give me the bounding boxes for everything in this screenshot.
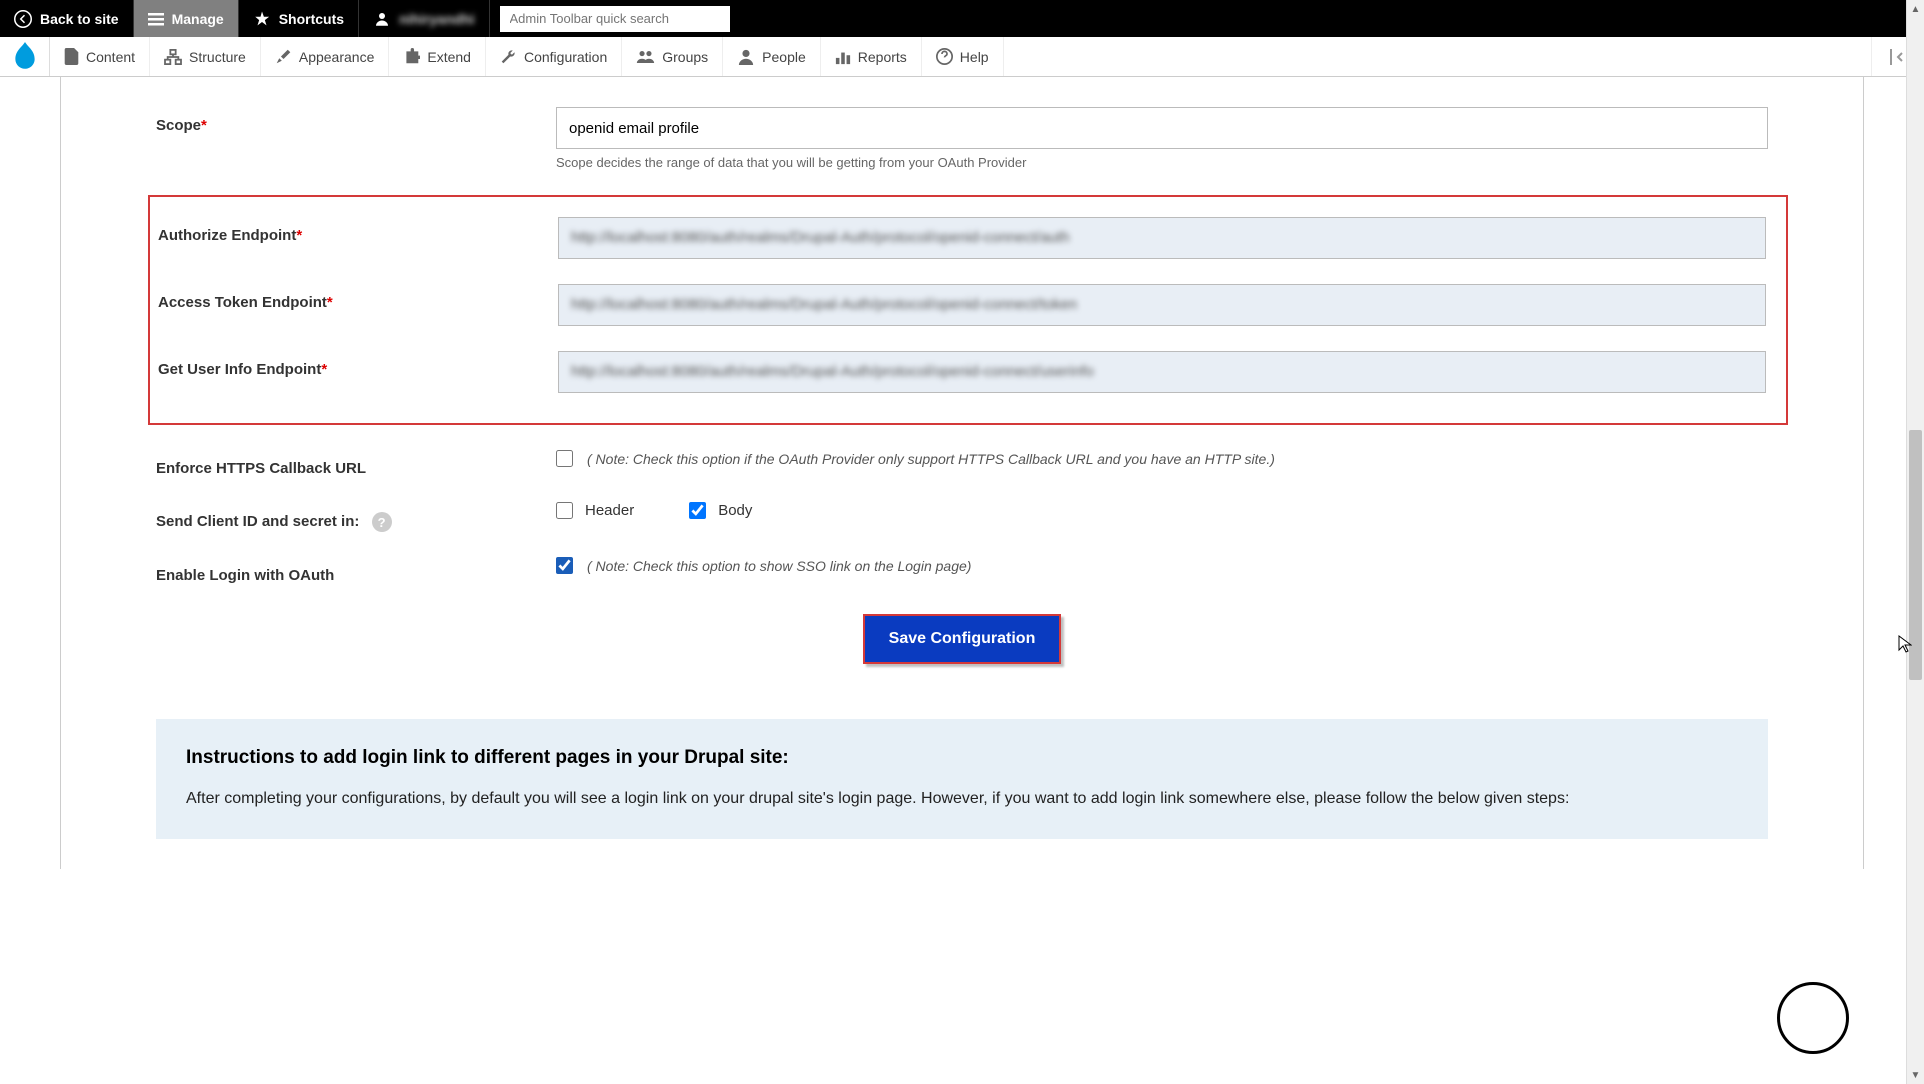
username-label: nihiryandhi xyxy=(399,11,474,27)
token-row: Access Token Endpoint* http://localhost:… xyxy=(150,284,1786,326)
puzzle-icon xyxy=(403,48,420,65)
drupal-logo[interactable] xyxy=(0,37,50,76)
enable-login-label: Enable Login with OAuth xyxy=(156,557,556,584)
authorize-input[interactable]: http://localhost:8080/auth/realms/Drupal… xyxy=(558,217,1766,259)
save-configuration-button[interactable]: Save Configuration xyxy=(863,614,1062,664)
back-to-site-label: Back to site xyxy=(40,11,119,27)
body-checkbox[interactable] xyxy=(689,502,706,519)
enable-login-note: ( Note: Check this option to show SSO li… xyxy=(587,558,971,574)
scope-help: Scope decides the range of data that you… xyxy=(556,155,1768,170)
nav-appearance-label: Appearance xyxy=(299,49,375,65)
wrench-icon xyxy=(500,48,517,65)
nav-configuration-label: Configuration xyxy=(524,49,607,65)
star-icon xyxy=(253,10,271,28)
nav-content[interactable]: Content xyxy=(50,37,150,76)
help-tooltip-icon[interactable]: ? xyxy=(372,512,392,532)
endpoints-highlight: Authorize Endpoint* http://localhost:808… xyxy=(148,195,1788,425)
shortcuts-label: Shortcuts xyxy=(279,11,344,27)
body-option-label: Body xyxy=(718,502,752,519)
nav-extend-label: Extend xyxy=(427,49,471,65)
main-nav: Content Structure Appearance Extend Conf… xyxy=(0,37,1924,77)
nav-help-label: Help xyxy=(960,49,989,65)
enable-login-row: Enable Login with OAuth ( Note: Check th… xyxy=(156,557,1768,584)
enforce-https-checkbox[interactable] xyxy=(556,450,573,467)
scrollbar-down-arrow-icon[interactable]: ▼ xyxy=(1907,1066,1924,1084)
enforce-https-note: ( Note: Check this option if the OAuth P… xyxy=(587,451,1275,467)
nav-people[interactable]: People xyxy=(723,37,821,76)
nav-help[interactable]: Help xyxy=(922,37,1004,76)
manage-button[interactable]: Manage xyxy=(134,0,239,37)
nav-reports[interactable]: Reports xyxy=(821,37,922,76)
scope-input[interactable] xyxy=(556,107,1768,149)
nav-people-label: People xyxy=(762,49,806,65)
scrollbar-thumb[interactable] xyxy=(1909,430,1922,680)
back-arrow-icon xyxy=(14,10,32,28)
groups-icon xyxy=(636,49,655,65)
authorize-label: Authorize Endpoint* xyxy=(158,217,558,244)
token-label: Access Token Endpoint* xyxy=(158,284,558,311)
userinfo-input[interactable]: http://localhost:8080/auth/realms/Drupal… xyxy=(558,351,1766,393)
send-in-row: Send Client ID and secret in: ? Header B… xyxy=(156,502,1768,532)
instructions-text: After completing your configurations, by… xyxy=(186,787,1738,811)
instructions-heading: Instructions to add login link to differ… xyxy=(186,747,1738,769)
user-icon xyxy=(373,10,391,28)
nav-groups[interactable]: Groups xyxy=(622,37,723,76)
admin-toolbar: Back to site Manage Shortcuts nihiryandh… xyxy=(0,0,1924,37)
nav-appearance[interactable]: Appearance xyxy=(261,37,390,76)
nav-groups-label: Groups xyxy=(662,49,708,65)
nav-extend[interactable]: Extend xyxy=(389,37,486,76)
instructions-box: Instructions to add login link to differ… xyxy=(156,719,1768,839)
send-in-label: Send Client ID and secret in: ? xyxy=(156,502,556,532)
hamburger-icon xyxy=(148,11,164,27)
floating-action-button[interactable] xyxy=(1777,982,1849,1054)
nav-structure[interactable]: Structure xyxy=(150,37,261,76)
header-option-label: Header xyxy=(585,502,634,519)
nav-reports-label: Reports xyxy=(858,49,907,65)
userinfo-label: Get User Info Endpoint* xyxy=(158,351,558,378)
user-menu[interactable]: nihiryandhi xyxy=(359,0,489,37)
scope-row: Scope* Scope decides the range of data t… xyxy=(156,107,1768,170)
nav-content-label: Content xyxy=(86,49,135,65)
authorize-row: Authorize Endpoint* http://localhost:808… xyxy=(150,217,1786,259)
help-icon xyxy=(936,48,953,65)
enforce-https-label: Enforce HTTPS Callback URL xyxy=(156,450,556,477)
brush-icon xyxy=(275,48,292,65)
scope-label: Scope* xyxy=(156,107,556,134)
admin-search-input[interactable] xyxy=(500,6,730,32)
scrollbar[interactable]: ▲ ▼ xyxy=(1906,0,1924,1084)
nav-structure-label: Structure xyxy=(189,49,246,65)
back-to-site-button[interactable]: Back to site xyxy=(0,0,134,37)
token-input[interactable]: http://localhost:8080/auth/realms/Drupal… xyxy=(558,284,1766,326)
nav-configuration[interactable]: Configuration xyxy=(486,37,622,76)
enable-login-checkbox[interactable] xyxy=(556,557,573,574)
content-area: Scope* Scope decides the range of data t… xyxy=(0,77,1924,869)
header-checkbox[interactable] xyxy=(556,502,573,519)
scrollbar-up-arrow-icon[interactable]: ▲ xyxy=(1907,0,1924,18)
userinfo-row: Get User Info Endpoint* http://localhost… xyxy=(150,351,1786,393)
chart-icon xyxy=(835,49,851,65)
people-icon xyxy=(737,49,755,65)
form-card: Scope* Scope decides the range of data t… xyxy=(60,77,1864,869)
enforce-https-row: Enforce HTTPS Callback URL ( Note: Check… xyxy=(156,450,1768,477)
shortcuts-button[interactable]: Shortcuts xyxy=(239,0,359,37)
manage-label: Manage xyxy=(172,11,224,27)
document-icon xyxy=(64,48,79,65)
structure-icon xyxy=(164,49,182,65)
